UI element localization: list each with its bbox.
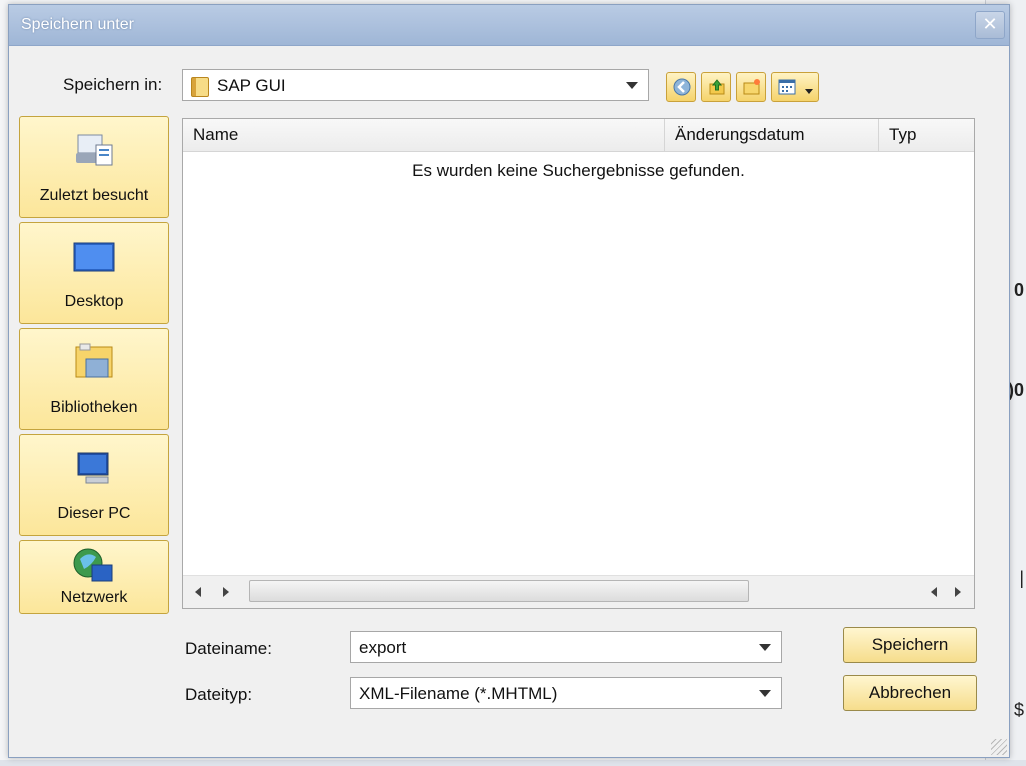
computer-icon [77,452,109,484]
place-label: Netzwerk [60,589,128,606]
background-bottom-strip [0,760,1026,766]
place-this-pc[interactable]: Dieser PC [19,434,169,536]
filetype-dropdown[interactable]: XML-Filename (*.MHTML) [350,677,782,709]
new-folder-icon [743,79,760,95]
save-in-label: Speichern in: [63,75,163,94]
place-label: Bibliotheken [50,399,138,416]
chevron-down-icon [759,690,771,697]
up-folder-icon [709,79,725,95]
place-label: Desktop [64,293,124,310]
title-bar[interactable]: Speichern unter [9,5,1009,46]
folder-icon [191,77,209,97]
save-as-dialog: Speichern unter ✕ Speichern in: SAP GUI [8,4,1010,758]
file-list-header: Name Änderungsdatum Typ [183,119,974,152]
desktop-icon [73,242,115,272]
filetype-label: Dateityp: [185,685,253,704]
recent-icon [76,134,113,166]
up-folder-button[interactable] [701,72,731,102]
save-button[interactable]: Speichern [843,627,977,663]
dialog-title: Speichern unter [21,16,134,33]
background-text: )0 [1007,380,1024,400]
scroll-left-icon[interactable] [195,587,201,597]
filetype-value: XML-Filename (*.MHTML) [359,684,558,703]
new-folder-button[interactable] [736,72,766,102]
resize-grip[interactable] [991,739,1007,755]
places-bar: Zuletzt besucht Desktop Bibliotheken Die… [19,116,169,614]
scroll-left-icon[interactable] [931,587,937,597]
place-recent[interactable]: Zuletzt besucht [19,116,169,218]
background-text: | [1019,568,1024,588]
horizontal-scrollbar[interactable] [183,575,974,608]
network-icon [73,548,113,582]
place-network[interactable]: Netzwerk [19,540,169,614]
chevron-down-icon[interactable] [759,644,771,651]
column-header-name[interactable]: Name [183,119,665,151]
cancel-button[interactable]: Abbrechen [843,675,977,711]
close-button[interactable]: ✕ [975,11,1005,39]
column-header-date[interactable]: Änderungsdatum [665,119,879,151]
filename-value: export [359,638,407,657]
scrollbar-thumb[interactable] [249,580,749,602]
column-header-type[interactable]: Typ [879,119,976,151]
empty-results-message: Es wurden keine Suchergebnisse gefunden. [412,161,745,180]
place-libraries[interactable]: Bibliotheken [19,328,169,430]
back-button[interactable] [666,72,696,102]
scroll-right-icon[interactable] [223,587,229,597]
place-label: Dieser PC [57,505,131,522]
chevron-down-icon [626,82,638,89]
filename-input[interactable]: export [350,631,782,663]
filename-label: Dateiname: [185,639,272,658]
save-in-dropdown[interactable]: SAP GUI [182,69,649,101]
background-text: $ [1013,700,1024,720]
scroll-right-icon[interactable] [955,587,961,597]
back-icon [673,78,691,96]
view-menu-icon [778,79,796,95]
close-icon: ✕ [982,14,998,34]
chevron-down-icon [805,89,813,94]
save-in-value: SAP GUI [217,76,286,95]
background-text: 0 [1013,280,1024,300]
place-desktop[interactable]: Desktop [19,222,169,324]
view-menu-button[interactable] [771,72,819,102]
file-list[interactable]: Name Änderungsdatum Typ Es wurden keine … [182,118,975,609]
place-label: Zuletzt besucht [39,187,149,204]
libraries-icon [75,343,113,378]
